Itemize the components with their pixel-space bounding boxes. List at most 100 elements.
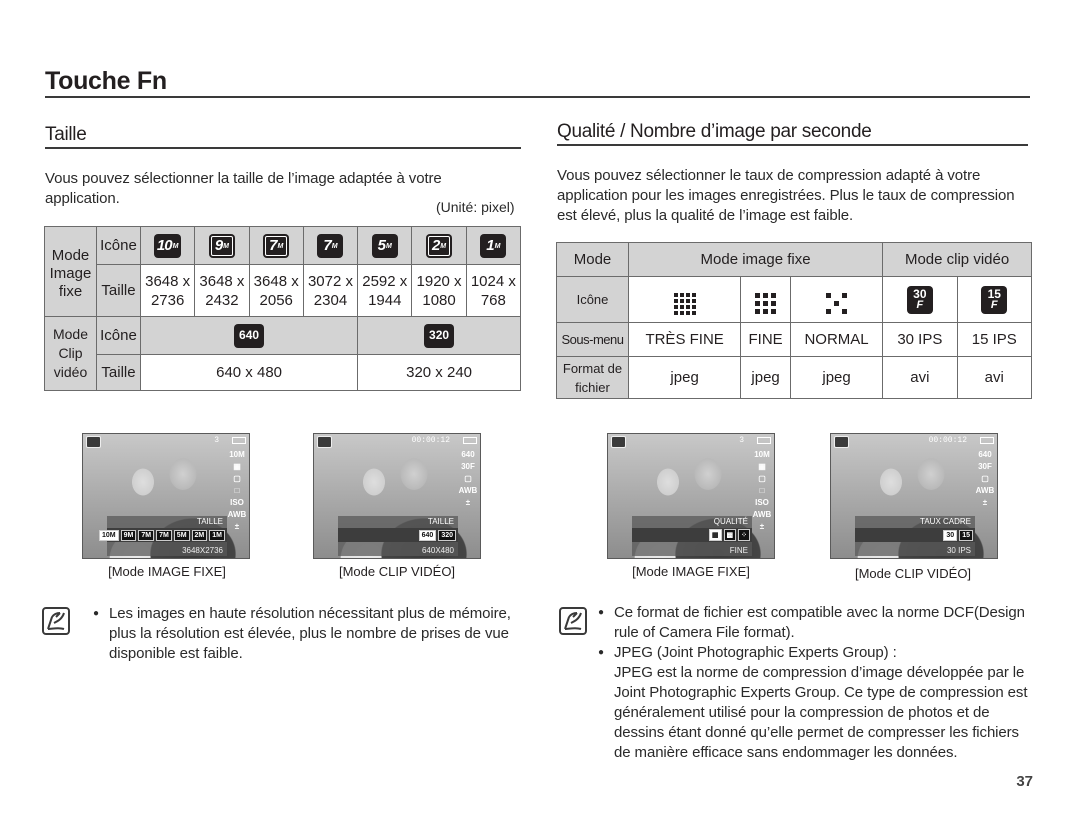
- size-icon-cell: 7M: [248, 226, 304, 265]
- fps-30-icon: 30 F: [906, 286, 933, 314]
- fn-menu-option[interactable]: 7M: [138, 529, 155, 541]
- fn-menu: TAUX CADRE 30 15 30 IPS: [855, 516, 975, 556]
- status-icon: ▢: [233, 474, 241, 483]
- fn-menu-option[interactable]: 10M: [98, 529, 119, 541]
- status-icon: ▢: [981, 474, 989, 483]
- size-icon-cell: 7M: [302, 226, 359, 265]
- status-icon: 30F: [461, 462, 475, 471]
- still-size-width: 1024 x: [470, 272, 516, 290]
- still-size-height: 2736: [150, 291, 185, 309]
- fn-menu-option[interactable]: 15: [959, 529, 973, 541]
- fn-menu: QUALITÉ ▦ ▩ ⁘ FINE: [632, 516, 752, 556]
- fn-menu-option[interactable]: 1M: [209, 529, 225, 541]
- still-size-height: 2056: [259, 291, 293, 309]
- size-label: Taille: [96, 354, 141, 391]
- fn-menu-option[interactable]: 9M: [120, 529, 137, 541]
- status-icon: 10M: [229, 450, 245, 459]
- format-cell: jpeg: [789, 356, 884, 399]
- shots-remaining: 00:00:12: [411, 436, 450, 445]
- submenu-cell: 15 IPS: [956, 322, 1033, 357]
- status-icon: AWB: [752, 510, 772, 519]
- shots-remaining: 3: [214, 436, 219, 445]
- status-icon: □: [234, 486, 240, 495]
- clip-640-icon: 640: [234, 323, 265, 348]
- battery-icon: [232, 437, 246, 444]
- status-icon: AWB: [458, 486, 478, 495]
- fn-menu-title: QUALITÉ: [713, 517, 748, 526]
- size-10m-icon: 10 M: [153, 233, 182, 258]
- battery-icon: [980, 437, 994, 444]
- quality-icon-cell: [627, 276, 742, 323]
- status-icon: ±: [234, 522, 240, 531]
- fn-menu-option[interactable]: ▦: [708, 529, 722, 541]
- camera-screen-still-quality: 3 10M ▦ ▢ □ ISO AWB ± QUALITÉ ▦ ▩ ⁘ FINE: [607, 433, 775, 559]
- still-size-cell: 3648 x 2056: [248, 264, 304, 317]
- side-icon-bar: 10M ▦ ▢ □ ISO AWB ±: [227, 450, 247, 531]
- side-icon-bar: 640 30F ▢ AWB ±: [975, 450, 995, 507]
- still-mode-header: Mode image fixe: [627, 242, 884, 277]
- still-size-width: 2592 x: [362, 272, 408, 290]
- camera-mode-icon: [86, 436, 101, 448]
- fn-menu-option[interactable]: 320: [438, 529, 456, 541]
- fn-menu-option[interactable]: 2M: [191, 529, 208, 541]
- size-icon-cell: 5M: [357, 226, 413, 265]
- size-table: Mode Image fixe Icône 10 M 9M 7M 7M 5M 2M…: [44, 226, 522, 391]
- note-bullet-dcf: Ce format de fichier est compatible avec…: [598, 603, 1033, 643]
- fps-15-icon: 15 F: [981, 286, 1008, 314]
- status-icon: 30F: [978, 462, 992, 471]
- camera-mode-icon: [611, 436, 626, 448]
- quality-icon-cell: 30 F: [882, 276, 958, 323]
- still-size-width: 3648 x: [253, 272, 299, 290]
- still-size-cell: 3648 x 2432: [194, 264, 250, 317]
- status-icon: □: [759, 486, 765, 495]
- fn-menu-options: 10M 9M 7M 7M 5M 2M 1M: [98, 528, 227, 542]
- icon-label: Icône: [96, 316, 141, 355]
- still-size-height: 2304: [313, 291, 348, 309]
- status-icon: ISO: [755, 498, 769, 507]
- camera-mode-icon: [834, 436, 849, 448]
- clip-mode-header: Mode clip vidéo: [882, 242, 1032, 277]
- quality-icon-cell: 15 F: [956, 276, 1033, 323]
- section-title-quality: Qualité / Nombre d’image par seconde: [557, 120, 1028, 146]
- icon-label: Icône: [556, 276, 629, 323]
- still-mode-label: Mode Image fixe: [44, 226, 97, 317]
- battery-icon: [463, 437, 477, 444]
- fn-menu-title: TAILLE: [196, 517, 223, 526]
- section-title-size: Taille: [45, 123, 521, 149]
- fn-menu-value: 3648X2736: [182, 546, 223, 555]
- status-icon: AWB: [227, 510, 247, 519]
- status-icon: ±: [982, 498, 988, 507]
- size-icon-cell: 10 M: [139, 226, 196, 265]
- size-7m-icon: 7M: [317, 233, 344, 258]
- screen-caption: [Mode CLIP VIDÉO]: [338, 564, 456, 579]
- size-1m-icon: 1M: [480, 233, 507, 258]
- camera-screen-clip-framerate: 00:00:12 640 30F ▢ AWB ± TAUX CADRE 30 15 30 IPS: [830, 433, 998, 559]
- fn-menu-option[interactable]: 7M: [156, 529, 172, 541]
- fn-menu-option[interactable]: 5M: [173, 529, 190, 541]
- quality-table: Mode Mode image fixe Mode clip vidéo Icô…: [556, 242, 1033, 399]
- fn-menu-option[interactable]: 30: [943, 529, 958, 541]
- note-bullet-jpeg-title: JPEG (Joint Photographic Experts Group) …: [598, 643, 1033, 663]
- fn-menu-option[interactable]: ▩: [723, 529, 737, 541]
- screen-caption: [Mode CLIP VIDÉO]: [854, 566, 972, 581]
- status-icon: 640: [978, 450, 992, 459]
- quality-icon-cell: [740, 276, 791, 323]
- fn-menu-value: 30 IPS: [946, 546, 971, 555]
- still-size-cell: 2592 x 1944: [357, 264, 413, 317]
- status-icon: ▦: [758, 462, 766, 471]
- fn-menu-title: TAILLE: [427, 517, 454, 526]
- size-9m-icon: 9M: [208, 233, 235, 258]
- fine-quality-icon: [755, 293, 777, 314]
- fn-menu-option[interactable]: 640: [418, 529, 437, 541]
- icon-label: Icône: [96, 226, 141, 265]
- unit-label: (Unité: pixel): [436, 199, 515, 215]
- still-size-height: 2432: [205, 291, 239, 309]
- submenu-cell: 30 IPS: [882, 322, 958, 357]
- size-label: Taille: [96, 264, 141, 317]
- submenu-cell: FINE: [740, 322, 791, 357]
- fn-menu-option[interactable]: ⁘: [738, 529, 750, 541]
- fn-menu-options: ▦ ▩ ⁘: [632, 528, 752, 542]
- status-icon: ±: [759, 522, 765, 531]
- size-5m-icon: 5M: [371, 233, 398, 258]
- note-icon: [559, 607, 587, 635]
